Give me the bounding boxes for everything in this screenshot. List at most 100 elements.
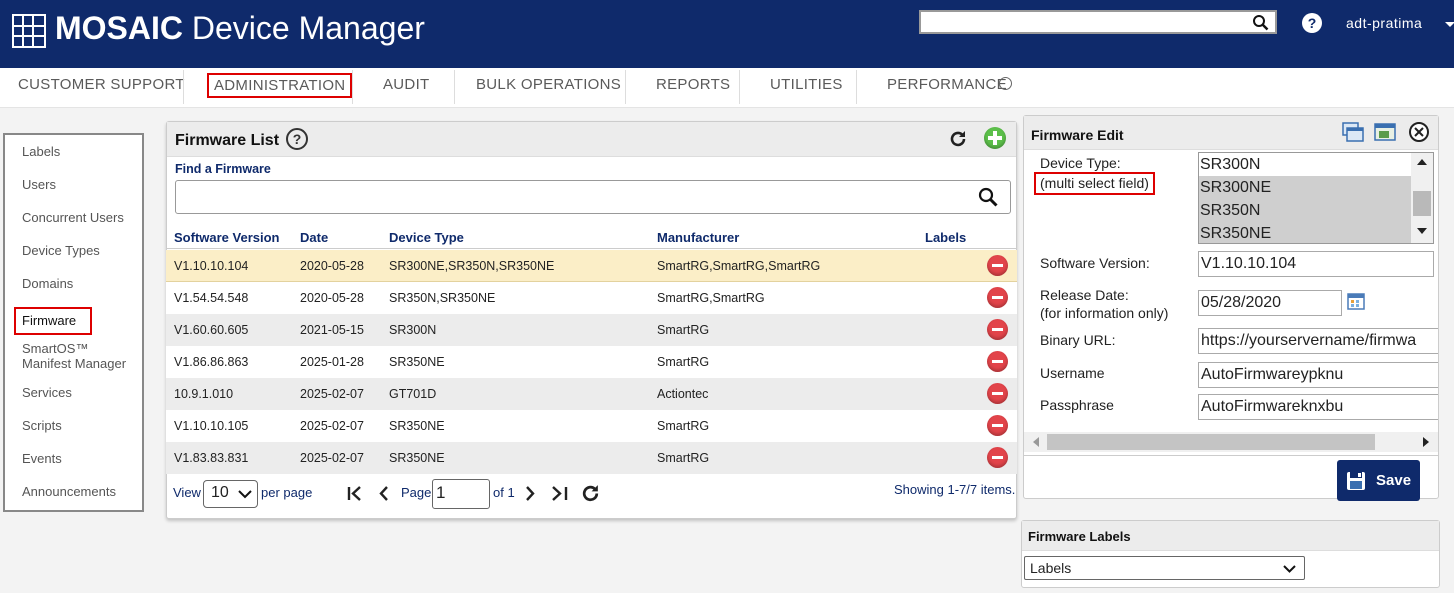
release-date-input[interactable]: 05/28/2020 bbox=[1198, 290, 1342, 316]
nav-utilities[interactable]: UTILITIES bbox=[770, 76, 843, 93]
release-date-label: Release Date: bbox=[1040, 287, 1129, 303]
find-firmware-input[interactable] bbox=[180, 181, 960, 211]
cell-device-type: SR300NE,SR350N,SR350NE bbox=[389, 259, 555, 273]
scroll-up-icon[interactable] bbox=[1417, 159, 1427, 165]
device-type-option[interactable]: SR350NE bbox=[1199, 222, 1411, 243]
first-page-icon[interactable] bbox=[347, 486, 363, 501]
floppy-disk-icon bbox=[1347, 472, 1365, 490]
horizontal-scrollbar[interactable] bbox=[1024, 432, 1438, 452]
cell-software-version: V1.60.60.605 bbox=[174, 323, 249, 337]
next-page-icon[interactable] bbox=[524, 486, 536, 501]
popout-window-icon[interactable] bbox=[1374, 122, 1396, 142]
global-search-input[interactable] bbox=[921, 12, 1241, 32]
device-type-option[interactable]: SR350N bbox=[1199, 199, 1411, 222]
device-type-multiselect[interactable]: SR300N SR300NE SR350N SR350NE bbox=[1198, 152, 1434, 244]
add-firmware-icon[interactable] bbox=[984, 127, 1006, 149]
sidebar-item-services[interactable]: Services bbox=[22, 385, 72, 400]
last-page-icon[interactable] bbox=[551, 486, 569, 501]
delete-icon[interactable] bbox=[987, 383, 1008, 404]
labels-select[interactable]: Labels bbox=[1024, 556, 1305, 580]
sidebar-item-smartos[interactable]: SmartOS™ Manifest Manager bbox=[22, 341, 126, 371]
app-title: MOSAIC Device Manager bbox=[55, 10, 425, 46]
search-icon[interactable] bbox=[1252, 14, 1269, 31]
scroll-left-icon[interactable] bbox=[1033, 437, 1039, 447]
firmware-edit-form: Device Type: (multi select field) SR300N… bbox=[1024, 150, 1438, 454]
per-page-label: per page bbox=[261, 485, 313, 500]
table-row[interactable]: V1.10.10.104 2020-05-28 SR300NE,SR350N,SR3… bbox=[166, 250, 1017, 282]
passphrase-input[interactable]: AutoFirmwareknxbu bbox=[1198, 394, 1438, 420]
table-row[interactable]: 10.9.1.010 2025-02-07 GT701D Actiontec bbox=[166, 378, 1017, 410]
user-menu-chevron-down-icon[interactable] bbox=[1445, 22, 1454, 27]
sidebar-item-announcements[interactable]: Announcements bbox=[22, 484, 116, 499]
refresh-icon[interactable] bbox=[948, 129, 968, 149]
performance-status-icon bbox=[999, 77, 1012, 90]
sidebar-item-scripts[interactable]: Scripts bbox=[22, 418, 62, 433]
delete-icon[interactable] bbox=[987, 351, 1008, 372]
sidebar-item-domains[interactable]: Domains bbox=[22, 276, 73, 291]
delete-icon[interactable] bbox=[987, 447, 1008, 468]
scrollbar-thumb[interactable] bbox=[1413, 191, 1431, 216]
nav-performance[interactable]: PERFORMANCE bbox=[887, 76, 1007, 93]
sidebar-item-events[interactable]: Events bbox=[22, 451, 62, 466]
page-label: Page bbox=[401, 485, 432, 500]
search-icon[interactable] bbox=[978, 187, 998, 207]
global-search[interactable] bbox=[919, 10, 1277, 34]
device-type-option[interactable]: SR300NE bbox=[1199, 176, 1411, 199]
delete-icon[interactable] bbox=[987, 319, 1008, 340]
column-header-manufacturer[interactable]: Manufacturer bbox=[657, 230, 739, 245]
nav-customer-support[interactable]: CUSTOMER SUPPORT bbox=[18, 76, 185, 93]
scroll-right-icon[interactable] bbox=[1423, 437, 1429, 447]
table-row[interactable]: V1.83.83.831 2025-02-07 SR350NE SmartRG bbox=[166, 442, 1017, 474]
refresh-icon[interactable] bbox=[580, 483, 601, 504]
column-header-software-version[interactable]: Software Version bbox=[174, 230, 279, 245]
scrollbar[interactable] bbox=[1411, 153, 1433, 243]
per-page-value: 10 bbox=[211, 484, 229, 501]
sidebar-item-device-types[interactable]: Device Types bbox=[22, 243, 100, 258]
sidebar-item-concurrent-users[interactable]: Concurrent Users bbox=[22, 210, 124, 225]
nav-reports[interactable]: REPORTS bbox=[656, 76, 730, 93]
delete-icon[interactable] bbox=[987, 255, 1008, 276]
table-row[interactable]: V1.60.60.605 2021-05-15 SR300N SmartRG bbox=[166, 314, 1017, 346]
nav-administration[interactable]: ADMINISTRATION bbox=[207, 73, 353, 98]
horizontal-scrollbar-thumb[interactable] bbox=[1047, 434, 1375, 450]
close-icon[interactable] bbox=[1408, 121, 1430, 143]
showing-items-text: Showing 1-7/7 items. bbox=[894, 482, 1016, 497]
help-icon[interactable]: ? bbox=[1302, 13, 1322, 33]
cell-manufacturer: SmartRG bbox=[657, 419, 710, 433]
page-number-input[interactable]: 1 bbox=[432, 479, 490, 509]
binary-url-input[interactable]: https://yourservername/firmwa bbox=[1198, 328, 1438, 354]
scroll-down-icon[interactable] bbox=[1417, 228, 1427, 234]
sidebar-item-users[interactable]: Users bbox=[22, 177, 56, 192]
table-row[interactable]: V1.86.86.863 2025-01-28 SR350NE SmartRG bbox=[166, 346, 1017, 378]
cell-device-type: SR350NE bbox=[389, 419, 445, 433]
table-row[interactable]: V1.10.10.105 2025-02-07 SR350NE SmartRG bbox=[166, 410, 1017, 442]
nav-divider bbox=[625, 70, 626, 104]
restore-window-icon[interactable] bbox=[1342, 122, 1364, 142]
delete-icon[interactable] bbox=[987, 415, 1008, 436]
column-header-device-type[interactable]: Device Type bbox=[389, 230, 464, 245]
calendar-icon[interactable] bbox=[1347, 292, 1365, 310]
previous-page-icon[interactable] bbox=[378, 486, 390, 501]
find-firmware-field[interactable] bbox=[175, 180, 1011, 214]
per-page-select[interactable]: 10 bbox=[203, 480, 258, 508]
column-header-date[interactable]: Date bbox=[300, 230, 328, 245]
table-row[interactable]: V1.54.54.548 2020-05-28 SR350N,SR350NE Smar… bbox=[166, 282, 1017, 314]
save-button[interactable]: Save bbox=[1337, 460, 1420, 501]
passphrase-label: Passphrase bbox=[1040, 397, 1114, 413]
sidebar-item-firmware[interactable]: Firmware bbox=[14, 307, 92, 335]
cell-date: 2025-01-28 bbox=[300, 355, 364, 369]
binary-url-label: Binary URL: bbox=[1040, 332, 1116, 348]
sidebar-item-labels[interactable]: Labels bbox=[22, 144, 60, 159]
nav-audit[interactable]: AUDIT bbox=[383, 76, 430, 93]
sidebar-item-smartos-label: SmartOS™ bbox=[22, 341, 89, 356]
software-version-input[interactable]: V1.10.10.104 bbox=[1198, 251, 1434, 277]
username-input[interactable]: AutoFirmwareypknu bbox=[1198, 362, 1438, 388]
device-type-option[interactable]: SR300N bbox=[1199, 153, 1411, 176]
delete-icon[interactable] bbox=[987, 287, 1008, 308]
find-firmware-label: Find a Firmware bbox=[175, 162, 271, 176]
mosaic-logo-icon bbox=[12, 14, 46, 48]
help-icon[interactable]: ? bbox=[286, 128, 308, 150]
nav-bulk-operations[interactable]: BULK OPERATIONS bbox=[476, 76, 621, 93]
cell-device-type: GT701D bbox=[389, 387, 437, 401]
user-menu[interactable]: adt-pratima bbox=[1346, 15, 1422, 31]
